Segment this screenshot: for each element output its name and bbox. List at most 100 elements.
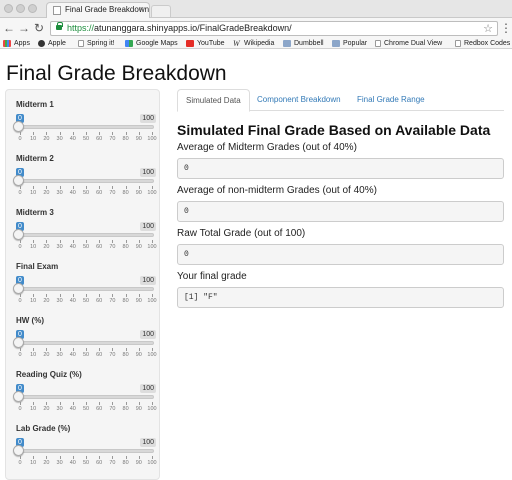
back-arrow-icon[interactable]: ← bbox=[3, 20, 15, 36]
close-tab-icon[interactable]: × bbox=[139, 4, 144, 14]
main-heading: Simulated Final Grade Based on Available… bbox=[177, 122, 491, 138]
bookmark-wikipedia[interactable]: W Wikipedia bbox=[233, 38, 274, 49]
slider-label: Final Exam bbox=[16, 262, 59, 271]
slider-tick bbox=[46, 132, 48, 135]
slider-track[interactable] bbox=[18, 233, 154, 237]
slider-group: HW (%) 0 100 0 10 20 30 40 50 60 70 80 90 100 bbox=[13, 316, 157, 364]
slider-grid: 0 10 20 30 40 50 60 70 80 90 100 bbox=[16, 456, 157, 470]
slider-tick bbox=[152, 186, 153, 189]
slider-grid: 0 10 20 30 40 50 60 70 80 90 100 bbox=[16, 402, 157, 416]
slider-tick bbox=[46, 348, 48, 351]
slider-tick bbox=[46, 294, 48, 297]
bookmark-dumbbell[interactable]: Dumbbell bbox=[283, 38, 324, 49]
slider-tick bbox=[72, 132, 74, 135]
final-grade-label: Your final grade bbox=[177, 271, 247, 282]
slider-tick bbox=[152, 132, 153, 135]
slider-tick bbox=[59, 240, 61, 243]
slider-tick-label: 100 bbox=[147, 460, 157, 466]
bookmark-apps[interactable]: Apps bbox=[3, 38, 30, 49]
slider-tick bbox=[46, 456, 48, 459]
slider-label: Midterm 2 bbox=[16, 154, 54, 163]
slider-handle[interactable] bbox=[13, 121, 24, 132]
slider-handle[interactable] bbox=[13, 445, 24, 456]
slider-track[interactable] bbox=[18, 395, 154, 399]
zoom-window-button[interactable] bbox=[28, 4, 37, 13]
slider-handle[interactable] bbox=[13, 175, 24, 186]
slider-tick-label: 50 bbox=[82, 460, 90, 466]
slider-tick-label: 60 bbox=[96, 136, 103, 142]
slider-tick bbox=[125, 348, 127, 351]
slider-handle[interactable] bbox=[13, 337, 24, 348]
bookmark-youtube[interactable]: YouTube bbox=[186, 38, 225, 49]
new-tab-button[interactable] bbox=[151, 5, 171, 17]
tab-component-breakdown[interactable]: Component Breakdown bbox=[249, 89, 349, 111]
slider-track[interactable] bbox=[18, 179, 154, 183]
folder-icon bbox=[283, 40, 291, 47]
address-bar[interactable]: https://atunanggara.shinyapps.io/FinalGr… bbox=[50, 21, 498, 36]
slider-track[interactable] bbox=[18, 341, 154, 345]
slider-track[interactable] bbox=[18, 125, 154, 129]
slider-group: Midterm 2 0 100 0 10 20 30 40 50 60 70 80 90 100 bbox=[13, 154, 157, 202]
tab-simulated-data[interactable]: Simulated Data bbox=[177, 89, 250, 112]
slider-handle[interactable] bbox=[13, 391, 24, 402]
minimize-window-button[interactable] bbox=[16, 4, 25, 13]
bookmark-redbox-codes[interactable]: Redbox Codes bbox=[455, 38, 510, 49]
slider-tick bbox=[72, 348, 74, 351]
slider-handle[interactable] bbox=[13, 229, 24, 240]
slider-tick bbox=[20, 348, 21, 351]
slider-max-badge: 100 bbox=[140, 114, 156, 123]
slider-tick bbox=[99, 294, 101, 297]
slider-handle[interactable] bbox=[13, 283, 24, 294]
slider-tick-label: 0 bbox=[18, 136, 22, 142]
page-favicon-icon bbox=[53, 6, 61, 15]
bookmark-star-icon[interactable]: ☆ bbox=[483, 22, 493, 35]
reload-icon[interactable]: ↻ bbox=[33, 20, 45, 36]
forward-arrow-icon[interactable]: → bbox=[18, 20, 30, 36]
tab-final-grade-range[interactable]: Final Grade Range bbox=[349, 89, 433, 111]
slider-tick bbox=[125, 186, 127, 189]
slider-tick bbox=[125, 240, 127, 243]
bookmark-apple[interactable]: Apple bbox=[38, 38, 66, 49]
page-icon bbox=[78, 40, 84, 47]
slider-tick bbox=[138, 348, 140, 351]
slider-tick-label: 10 bbox=[30, 352, 37, 358]
slider-tick-label: 100 bbox=[147, 406, 157, 412]
slider-tick bbox=[152, 402, 153, 405]
slider-track[interactable] bbox=[18, 449, 154, 453]
slider-tick bbox=[33, 240, 35, 243]
slider-group: Midterm 3 0 100 0 10 20 30 40 50 60 70 80 90 100 bbox=[13, 208, 157, 256]
slider-label: HW (%) bbox=[16, 316, 44, 325]
slider-tick bbox=[99, 240, 101, 243]
slider-tick-label: 60 bbox=[96, 190, 103, 196]
slider-tick bbox=[125, 132, 127, 135]
slider-tick-label: 10 bbox=[30, 460, 37, 466]
slider-tick bbox=[152, 456, 153, 459]
slider-tick-label: 80 bbox=[122, 406, 129, 412]
slider-tick bbox=[59, 402, 61, 405]
page-title: Final Grade Breakdown bbox=[6, 62, 227, 85]
slider-tick bbox=[99, 456, 101, 459]
slider-tick-label: 100 bbox=[147, 298, 157, 304]
slider-track[interactable] bbox=[18, 287, 154, 291]
slider-tick-label: 50 bbox=[82, 190, 90, 196]
slider-tick-label: 80 bbox=[122, 190, 129, 196]
slider-tick-label: 30 bbox=[56, 136, 63, 142]
apple-icon bbox=[38, 40, 45, 47]
slider-tick bbox=[112, 186, 114, 189]
chrome-menu-icon[interactable]: ⋮ bbox=[500, 20, 512, 36]
bookmark-spring-it[interactable]: Spring it! bbox=[78, 38, 115, 49]
slider-tick-label: 40 bbox=[69, 136, 76, 142]
bookmark-google-maps[interactable]: Google Maps bbox=[125, 38, 178, 49]
slider-tick bbox=[46, 402, 48, 405]
slider-tick bbox=[20, 132, 21, 135]
close-window-button[interactable] bbox=[4, 4, 13, 13]
bookmark-popular[interactable]: Popular bbox=[332, 38, 367, 49]
slider-tick-label: 90 bbox=[135, 406, 142, 412]
bookmark-chrome-dual-view[interactable]: Chrome Dual View bbox=[375, 38, 442, 49]
slider-tick bbox=[152, 240, 153, 243]
slider-tick bbox=[125, 402, 127, 405]
slider-label: Reading Quiz (%) bbox=[16, 370, 82, 379]
browser-tab[interactable]: Final Grade Breakdown × bbox=[46, 2, 150, 18]
page-icon bbox=[375, 40, 381, 47]
bookmarks-bar: Apps Apple Spring it! Google Maps YouTub… bbox=[0, 38, 512, 49]
